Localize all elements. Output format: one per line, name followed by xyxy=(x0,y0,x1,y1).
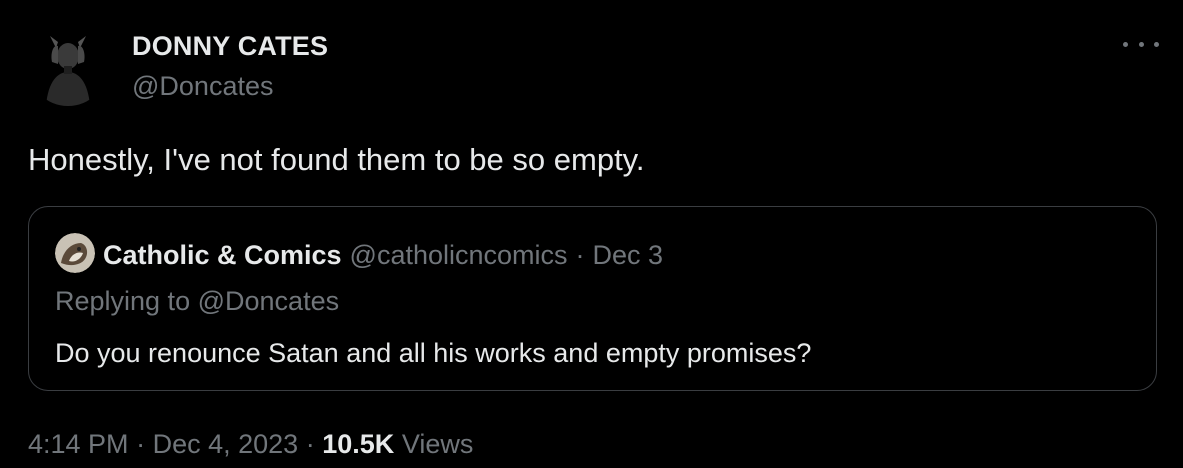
tweet-meta: 4:14 PM · Dec 4, 2023 · 10.5K Views xyxy=(28,426,473,462)
quoted-tweet[interactable]: Catholic & Comics @catholicncomics · Dec… xyxy=(28,206,1157,391)
tweet-time[interactable]: 4:14 PM xyxy=(28,429,129,459)
separator-dot: · xyxy=(305,429,315,459)
tweet-date[interactable]: Dec 4, 2023 xyxy=(153,429,299,459)
author-handle[interactable]: @Doncates xyxy=(132,68,328,104)
more-options-button[interactable] xyxy=(1123,34,1159,54)
more-options-icon xyxy=(1154,41,1159,47)
more-options-icon xyxy=(1123,41,1128,47)
replying-to-line: Replying to @Doncates xyxy=(55,283,339,319)
views-label: Views xyxy=(401,429,474,459)
more-options-icon xyxy=(1138,41,1144,47)
author-display-name[interactable]: DONNY CATES xyxy=(132,30,328,62)
replying-mention[interactable]: @Doncates xyxy=(198,286,339,316)
tweet-header: DONNY CATES @Doncates xyxy=(28,22,1159,112)
quoted-handle[interactable]: @catholicncomics xyxy=(350,240,568,271)
quoted-text: Do you renounce Satan and all his works … xyxy=(55,338,812,368)
profile-photo-icon xyxy=(28,26,108,106)
replying-prefix: Replying to xyxy=(55,286,191,316)
separator-dot: · xyxy=(136,429,146,459)
quoted-date[interactable]: Dec 3 xyxy=(593,240,664,271)
quoted-author-avatar[interactable] xyxy=(55,233,95,273)
quoted-display-name[interactable]: Catholic & Comics xyxy=(103,240,342,271)
separator-dot: · xyxy=(575,239,585,270)
profile-photo-icon xyxy=(55,233,95,273)
quoted-header: Catholic & Comics @catholicncomics · Dec… xyxy=(103,235,663,275)
author-avatar[interactable] xyxy=(28,26,108,106)
author-names: DONNY CATES @Doncates xyxy=(132,30,328,104)
tweet-text: Honestly, I've not found them to be so e… xyxy=(28,142,645,177)
views-count[interactable]: 10.5K xyxy=(322,429,394,459)
